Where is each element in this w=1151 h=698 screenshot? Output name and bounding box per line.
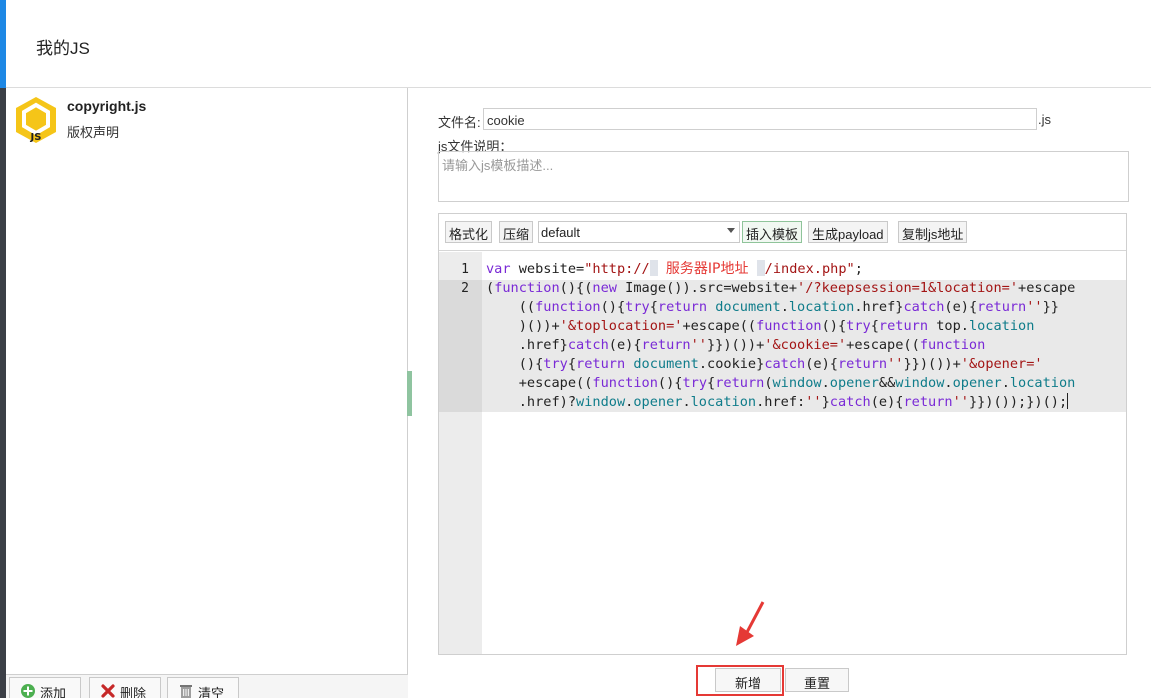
- js-file-desc: 版权声明: [67, 125, 120, 140]
- delete-button-label: 删除: [120, 686, 147, 698]
- panel-splitter[interactable]: [407, 371, 412, 416]
- format-button[interactable]: 格式化: [445, 221, 493, 243]
- left-bottom-toolbar: 添加 删除 清空: [6, 674, 408, 698]
- template-select[interactable]: default: [538, 221, 740, 243]
- copy-js-url-button[interactable]: 复制js地址: [898, 221, 968, 243]
- highlight-box: [696, 665, 784, 696]
- line-number: 1: [461, 262, 469, 277]
- generate-payload-button[interactable]: 生成payload: [808, 221, 888, 243]
- ip-annotation: 服务器IP地址: [665, 261, 749, 277]
- page-header: 我的JS: [6, 0, 1151, 88]
- filename-suffix: .js: [1038, 112, 1051, 127]
- red-arrow-icon: [736, 601, 765, 646]
- desc-textarea[interactable]: 请输入js模板描述...: [438, 151, 1129, 202]
- trash-icon: [180, 685, 192, 698]
- reset-button[interactable]: 重置: [785, 668, 849, 692]
- clear-button[interactable]: 清空: [167, 677, 239, 698]
- compress-button[interactable]: 压缩: [499, 221, 534, 243]
- line-number: 2: [461, 281, 469, 296]
- list-item[interactable]: JS copyright.js 版权声明: [6, 88, 406, 146]
- js-badge-text: JS: [30, 132, 42, 143]
- delete-x-icon: [101, 684, 115, 698]
- add-button-label: 添加: [40, 686, 67, 698]
- insert-template-button[interactable]: 插入模板: [742, 221, 803, 243]
- editor-toolbar: 格式化 压缩 default 插入模板 生成payload 复制js地址: [439, 214, 1126, 251]
- add-button[interactable]: 添加: [9, 677, 81, 698]
- template-select-value: default: [541, 225, 581, 240]
- chevron-down-icon: [727, 228, 735, 233]
- code-content[interactable]: var website="http:// 服务器IP地址 /index.php"…: [486, 260, 1075, 412]
- js-hexagon-icon: JS: [16, 97, 56, 143]
- page-title: 我的JS: [36, 39, 90, 58]
- js-file-name: copyright.js: [67, 98, 147, 114]
- filename-label: 文件名:: [438, 115, 481, 130]
- line-gutter: 1 2: [439, 252, 482, 654]
- code-editor: 格式化 压缩 default 插入模板 生成payload 复制js地址 1 2…: [438, 213, 1127, 655]
- delete-button[interactable]: 删除: [89, 677, 161, 698]
- filename-input[interactable]: cookie: [483, 108, 1037, 130]
- clear-button-label: 清空: [198, 686, 225, 698]
- plus-circle-icon: [21, 684, 35, 698]
- js-list-panel: JS copyright.js 版权声明: [6, 88, 408, 698]
